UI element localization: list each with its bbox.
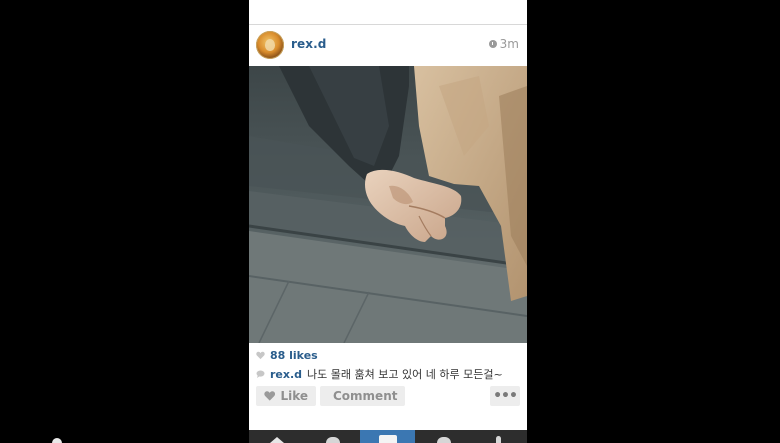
comment-icon: [256, 370, 265, 378]
avatar[interactable]: [256, 31, 284, 59]
nav-home[interactable]: [249, 430, 304, 443]
comment-button-label: Comment: [333, 389, 398, 403]
like-button[interactable]: Like: [256, 386, 316, 406]
post-username[interactable]: rex.d: [291, 37, 326, 51]
bottom-nav: [249, 430, 527, 443]
post-actions: Like Comment •••: [256, 386, 520, 406]
nav-explore[interactable]: [305, 430, 360, 443]
top-bar: [249, 0, 527, 25]
post-photo-image: [249, 66, 527, 343]
home-indicator-icon: [52, 438, 62, 443]
explore-icon: [325, 437, 340, 443]
comment-button[interactable]: Comment: [320, 386, 405, 406]
post-time: 3m: [488, 37, 519, 51]
home-icon: [269, 437, 284, 443]
heart-icon: [264, 391, 276, 401]
nav-news[interactable]: [416, 430, 471, 443]
post-header: rex.d 3m: [249, 25, 527, 66]
post-time-label: 3m: [499, 37, 519, 51]
more-icon: •••: [493, 388, 518, 404]
post-photo[interactable]: [249, 66, 527, 343]
caption-row: rex.d 나도 몰래 훔쳐 보고 있어 네 하루 모든걸~: [256, 366, 503, 382]
avatar-face: [265, 39, 275, 51]
app-window: rex.d 3m 88 likes rex.d 나도 몰래 훔쳐 보고 있어 네…: [249, 0, 527, 443]
nav-camera[interactable]: [360, 430, 415, 443]
caption-text: 나도 몰래 훔쳐 보고 있어 네 하루 모든걸~: [307, 368, 503, 381]
nav-profile[interactable]: [471, 430, 526, 443]
caption-username[interactable]: rex.d: [270, 368, 302, 381]
news-icon: [436, 437, 451, 443]
heart-icon: [256, 351, 265, 360]
like-button-label: Like: [280, 389, 308, 403]
more-button[interactable]: •••: [490, 386, 520, 406]
likes-count[interactable]: 88 likes: [270, 349, 318, 362]
camera-icon: [378, 435, 397, 443]
likes-row[interactable]: 88 likes: [256, 349, 318, 362]
clock-icon: [488, 40, 497, 48]
post-meta: 88 likes rex.d 나도 몰래 훔쳐 보고 있어 네 하루 모든걸~ …: [249, 343, 527, 443]
profile-icon: [496, 436, 501, 443]
screen: rex.d 3m 88 likes rex.d 나도 몰래 훔쳐 보고 있어 네…: [0, 0, 780, 443]
